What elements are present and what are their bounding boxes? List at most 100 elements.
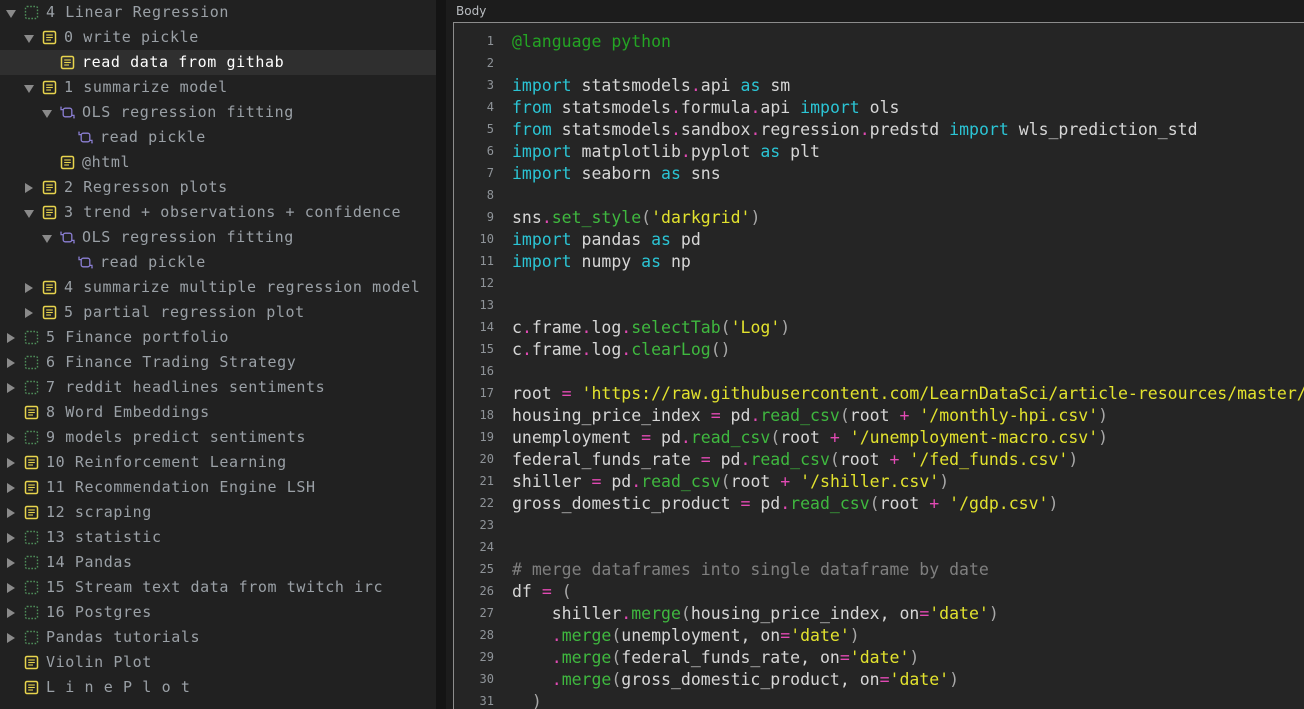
chevron-right-icon[interactable] [0, 625, 21, 650]
chevron-right-icon[interactable] [0, 475, 21, 500]
outline-row[interactable]: 14 Pandas [0, 550, 436, 575]
body-node-icon[interactable] [57, 50, 77, 75]
chevron-right-icon[interactable] [0, 425, 21, 450]
chevron-right-icon[interactable] [0, 375, 21, 400]
outline-tree-pane[interactable]: 4 Linear Regression0 write pickleread da… [0, 0, 436, 709]
body-node-icon[interactable] [39, 200, 59, 225]
code-line[interactable]: 1@language python [454, 30, 1304, 52]
chevron-right-icon[interactable] [0, 525, 21, 550]
code-line[interactable]: 19unemployment = pd.read_csv(root + '/un… [454, 426, 1304, 448]
chevron-right-icon[interactable] [0, 575, 21, 600]
code-line[interactable]: 6import matplotlib.pyplot as plt [454, 140, 1304, 162]
outline-row[interactable]: 5 Finance portfolio [0, 325, 436, 350]
code-line[interactable]: 20federal_funds_rate = pd.read_csv(root … [454, 448, 1304, 470]
code-line[interactable]: 30 .merge(gross_domestic_product, on='da… [454, 668, 1304, 690]
code-line[interactable]: 13 [454, 294, 1304, 316]
outline-row[interactable]: L i n e P l o t [0, 675, 436, 700]
code-line[interactable]: 31 ) [454, 690, 1304, 709]
outline-row[interactable]: 2 Regresson plots [0, 175, 436, 200]
outline-row[interactable]: 9 models predict sentiments [0, 425, 436, 450]
body-node-icon[interactable] [21, 675, 41, 700]
code-line[interactable]: 2 [454, 52, 1304, 74]
body-node-icon[interactable] [21, 450, 41, 475]
body-node-icon[interactable] [39, 25, 59, 50]
outline-row[interactable]: 7 reddit headlines sentiments [0, 375, 436, 400]
empty-node-icon[interactable] [21, 550, 41, 575]
outline-row[interactable]: 10 Reinforcement Learning [0, 450, 436, 475]
outline-row[interactable]: 1 summarize model [0, 75, 436, 100]
code-line[interactable]: 28 .merge(unemployment, on='date') [454, 624, 1304, 646]
body-node-icon[interactable] [21, 475, 41, 500]
empty-node-icon[interactable] [21, 425, 41, 450]
empty-node-icon[interactable] [21, 350, 41, 375]
code-line[interactable]: 8 [454, 184, 1304, 206]
code-line[interactable]: 25# merge dataframes into single datafra… [454, 558, 1304, 580]
code-line[interactable]: 18housing_price_index = pd.read_csv(root… [454, 404, 1304, 426]
code-line[interactable]: 12 [454, 272, 1304, 294]
body-node-icon[interactable] [21, 500, 41, 525]
body-node-icon[interactable] [21, 400, 41, 425]
clone-node-icon[interactable] [75, 250, 95, 275]
empty-node-icon[interactable] [21, 325, 41, 350]
outline-row[interactable]: OLS regression fitting [0, 100, 436, 125]
code-line[interactable]: 10import pandas as pd [454, 228, 1304, 250]
outline-row[interactable]: 4 summarize multiple regression model [0, 275, 436, 300]
outline-row[interactable]: read pickle [0, 250, 436, 275]
chevron-right-icon[interactable] [0, 550, 21, 575]
outline-tree[interactable]: 4 Linear Regression0 write pickleread da… [0, 0, 436, 700]
outline-row[interactable]: 0 write pickle [0, 25, 436, 50]
chevron-down-icon[interactable] [18, 25, 39, 50]
code-line[interactable]: 29 .merge(federal_funds_rate, on='date') [454, 646, 1304, 668]
code-line[interactable]: 3import statsmodels.api as sm [454, 74, 1304, 96]
empty-node-icon[interactable] [21, 600, 41, 625]
outline-row[interactable]: 4 Linear Regression [0, 0, 436, 25]
outline-row[interactable]: read data from githab [0, 50, 436, 75]
code-line[interactable]: 26df = ( [454, 580, 1304, 602]
outline-row[interactable]: Pandas tutorials [0, 625, 436, 650]
chevron-down-icon[interactable] [18, 200, 39, 225]
outline-row[interactable]: 5 partial regression plot [0, 300, 436, 325]
chevron-right-icon[interactable] [0, 500, 21, 525]
outline-row[interactable]: 6 Finance Trading Strategy [0, 350, 436, 375]
outline-row[interactable]: 12 scraping [0, 500, 436, 525]
outline-row[interactable]: 16 Postgres [0, 600, 436, 625]
code-line[interactable]: 24 [454, 536, 1304, 558]
outline-row[interactable]: 11 Recommendation Engine LSH [0, 475, 436, 500]
code-line[interactable]: 5from statsmodels.sandbox.regression.pre… [454, 118, 1304, 140]
code-line[interactable]: 21shiller = pd.read_csv(root + '/shiller… [454, 470, 1304, 492]
chevron-down-icon[interactable] [0, 0, 21, 25]
outline-row[interactable]: Violin Plot [0, 650, 436, 675]
outline-row[interactable]: 3 trend + observations + confidence [0, 200, 436, 225]
code-line[interactable]: 7import seaborn as sns [454, 162, 1304, 184]
chevron-right-icon[interactable] [0, 325, 21, 350]
pane-splitter[interactable] [436, 0, 446, 709]
outline-row[interactable]: read pickle [0, 125, 436, 150]
clone-node-icon[interactable] [57, 225, 77, 250]
body-node-icon[interactable] [21, 650, 41, 675]
chevron-down-icon[interactable] [36, 225, 57, 250]
body-node-icon[interactable] [39, 275, 59, 300]
code-line[interactable]: 23 [454, 514, 1304, 536]
chevron-right-icon[interactable] [0, 350, 21, 375]
outline-row[interactable]: @html [0, 150, 436, 175]
body-node-icon[interactable] [39, 175, 59, 200]
chevron-down-icon[interactable] [18, 75, 39, 100]
body-node-icon[interactable] [39, 75, 59, 100]
body-editor-frame[interactable]: 1@language python23import statsmodels.ap… [453, 22, 1304, 709]
body-node-icon[interactable] [39, 300, 59, 325]
chevron-right-icon[interactable] [18, 300, 39, 325]
outline-row[interactable]: OLS regression fitting [0, 225, 436, 250]
chevron-right-icon[interactable] [0, 600, 21, 625]
clone-node-icon[interactable] [57, 100, 77, 125]
chevron-right-icon[interactable] [0, 450, 21, 475]
code-line[interactable]: 15c.frame.log.clearLog() [454, 338, 1304, 360]
empty-node-icon[interactable] [21, 375, 41, 400]
code-line[interactable]: 4from statsmodels.formula.api import ols [454, 96, 1304, 118]
empty-node-icon[interactable] [21, 525, 41, 550]
outline-row[interactable]: 15 Stream text data from twitch irc [0, 575, 436, 600]
chevron-down-icon[interactable] [36, 100, 57, 125]
code-line[interactable]: 14c.frame.log.selectTab('Log') [454, 316, 1304, 338]
code-line[interactable]: 9sns.set_style('darkgrid') [454, 206, 1304, 228]
code-line[interactable]: 11import numpy as np [454, 250, 1304, 272]
outline-row[interactable]: 13 statistic [0, 525, 436, 550]
